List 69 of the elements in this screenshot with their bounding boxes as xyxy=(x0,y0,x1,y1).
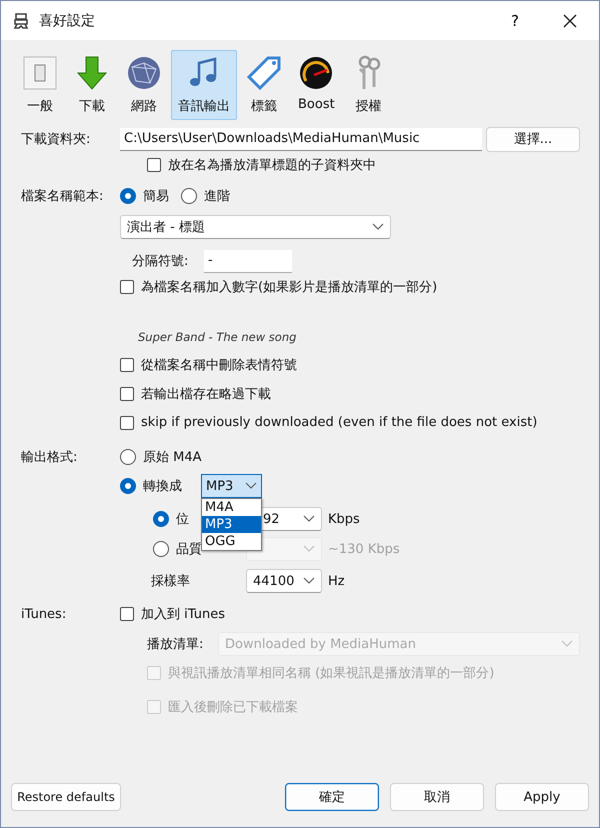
chevron-down-icon xyxy=(303,577,315,585)
folder-label: 下載資料夾: xyxy=(21,131,92,148)
playlist-label: 播放清單: xyxy=(147,636,204,653)
chevron-down-icon xyxy=(372,223,384,231)
filename-example: Super Band - The new song xyxy=(137,330,296,344)
globe-icon xyxy=(126,55,162,91)
dialog-button[interactable]: Apply xyxy=(495,783,589,811)
checkbox-label: 為檔案名稱加入數字(如果影片是播放清單的一部分) xyxy=(141,279,438,296)
toolbar-tab[interactable]: Boost xyxy=(291,50,342,120)
checkbox[interactable] xyxy=(120,358,134,372)
choose-button[interactable]: 選擇... xyxy=(486,126,580,152)
download-arrow-icon xyxy=(74,55,110,91)
window-title: 喜好設定 xyxy=(39,12,96,30)
menu-item[interactable]: MP3 xyxy=(202,516,261,533)
radio-button[interactable] xyxy=(120,449,136,465)
unit-label: Hz xyxy=(328,574,345,588)
checkbox-label: 加入到 iTunes xyxy=(141,606,225,623)
radio-button[interactable] xyxy=(120,188,136,204)
sample-rate-label: 採樣率 xyxy=(151,573,191,590)
checkbox-label: 與視訊播放清單相同名稱 (如果視訊是播放清單的一部分) xyxy=(168,665,494,682)
chevron-down-icon xyxy=(561,640,573,648)
separator-field[interactable]: - xyxy=(204,250,292,272)
radio-label: 品質 xyxy=(176,541,202,558)
checkbox[interactable] xyxy=(120,280,134,294)
checkbox[interactable] xyxy=(147,158,161,172)
sample-rate-dropdown[interactable]: 44100 xyxy=(246,569,322,593)
speedometer-icon xyxy=(298,55,334,91)
folder-path-field[interactable]: C:\Users\User\Downloads\MediaHuman\Music xyxy=(120,128,482,150)
switch-icon xyxy=(22,55,58,91)
toolbar-tab[interactable]: 標籤 xyxy=(239,50,289,120)
dialog-button[interactable]: Restore defaults xyxy=(11,783,121,811)
checkbox-label: 放在名為播放清單標題的子資料夾中 xyxy=(168,157,376,174)
toolbar-tab[interactable]: 下載 xyxy=(67,50,117,120)
app-icon xyxy=(11,10,31,30)
output-format-label: 輸出格式: xyxy=(21,449,78,466)
toolbar-tab[interactable]: 授權 xyxy=(344,50,394,120)
checkbox[interactable] xyxy=(120,416,134,430)
template-label: 檔案名稱範本: xyxy=(21,188,104,205)
tag-icon xyxy=(246,55,282,91)
chevron-down-icon xyxy=(245,482,257,490)
radio-label: 原始 M4A xyxy=(143,449,202,466)
checkbox-label: 匯入後刪除已下載檔案 xyxy=(168,699,298,716)
radio-button[interactable] xyxy=(181,188,197,204)
help-button[interactable]: ? xyxy=(507,12,523,30)
checkbox-label: 從檔案名稱中刪除表情符號 xyxy=(141,356,297,374)
checkbox[interactable] xyxy=(120,386,134,400)
separator-label: 分隔符號: xyxy=(132,253,190,270)
dialog-button[interactable]: 取消 xyxy=(390,783,484,811)
checkbox-label: 若輸出檔存在略過下載 xyxy=(141,386,271,402)
toolbar-tab[interactable]: 音訊輸出 xyxy=(171,50,237,120)
format-dropdown[interactable]: MP3 xyxy=(201,474,262,498)
dialog-button[interactable]: 確定 xyxy=(285,783,379,811)
unit-label: ~130 Kbps xyxy=(328,542,400,556)
checkbox-label: skip if previously downloaded (even if the file does not exist) xyxy=(141,415,538,430)
pattern-dropdown[interactable]: 演出者 - 標題 xyxy=(120,215,391,239)
radio-button[interactable] xyxy=(120,478,136,494)
radio-label: 進階 xyxy=(204,188,230,205)
menu-item[interactable]: OGG xyxy=(202,533,261,550)
unit-label: Kbps xyxy=(328,512,360,526)
radio-label: 轉換成 xyxy=(143,478,183,495)
itunes-label: iTunes: xyxy=(21,606,68,622)
toolbar-tab[interactable]: 一般 xyxy=(15,50,65,120)
chevron-down-icon xyxy=(303,515,315,523)
radio-label: 位 xyxy=(176,511,189,528)
chevron-down-icon xyxy=(303,545,315,553)
radio-label: 簡易 xyxy=(143,188,169,205)
close-icon[interactable] xyxy=(563,14,577,28)
toolbar-tab[interactable]: 網路 xyxy=(119,50,169,120)
radio-button[interactable] xyxy=(153,511,169,527)
